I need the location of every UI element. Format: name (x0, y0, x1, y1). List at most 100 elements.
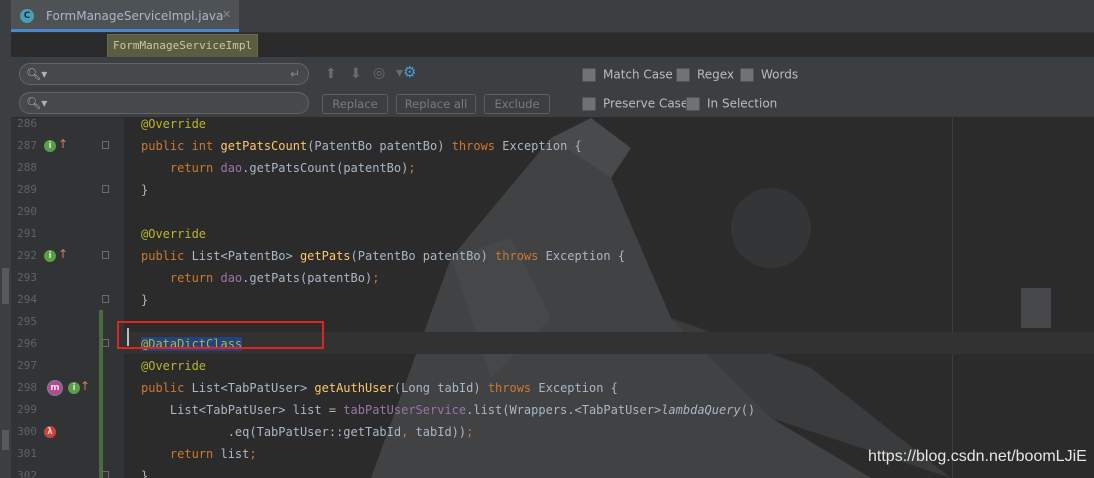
line-number: 288 (17, 161, 37, 174)
replace-button[interactable]: Replace (322, 94, 388, 114)
line-number: 287 (17, 139, 37, 152)
in-selection-checkbox[interactable]: In Selection (686, 96, 777, 111)
code-editor[interactable]: 286 @Override 287 i ↑ public int getPats… (11, 118, 1094, 478)
exclude-button[interactable]: Exclude (484, 94, 550, 114)
lambda-icon[interactable]: λ (44, 426, 56, 438)
search-icon[interactable]: 🔍︎▾ (26, 96, 47, 110)
words-checkbox[interactable]: Words (740, 67, 798, 82)
breadcrumb-tooltip: FormManageServiceImpl (107, 34, 259, 58)
code-line[interactable]: 298 m i ↑ public List<TabPatUser> getAut… (11, 377, 1094, 399)
tab-title: FormManageServiceImpl.java (46, 9, 224, 23)
implementation-icon[interactable]: i (44, 140, 56, 152)
code-text: @Override (141, 227, 207, 241)
search-input[interactable] (50, 66, 284, 84)
line-number: 289 (17, 183, 37, 196)
regex-checkbox[interactable]: Regex (676, 67, 734, 82)
editor-tab[interactable]: C FormManageServiceImpl.java ✕ (11, 0, 239, 32)
line-number: 299 (17, 403, 37, 416)
replace-input[interactable] (50, 95, 284, 113)
line-number: 297 (17, 359, 37, 372)
find-replace-panel: 🔍︎▾ ↵ 🔍︎▾ ⬆ ⬇ ◎ ▾ ⚙ Replace Replace all … (11, 57, 1094, 118)
fold-icon[interactable] (102, 339, 109, 347)
line-number: 300 (17, 425, 37, 438)
line-number: 302 (17, 469, 37, 478)
next-occurrence-icon[interactable]: ⬇ (350, 66, 362, 82)
code-text: return dao.getPatsCount(patentBo); (169, 161, 416, 175)
code-text: @Override (141, 118, 207, 131)
active-tab-indicator (11, 29, 239, 32)
line-number: 292 (17, 249, 37, 262)
code-text: List<TabPatUser> list = tabPatUserServic… (141, 403, 756, 417)
code-text: public List<TabPatUser> getAuthUser(Long… (141, 381, 618, 395)
watermark: https://blog.csdn.net/boomLJiE (868, 448, 1087, 465)
checkbox-label: Regex (697, 67, 735, 82)
preserve-case-checkbox[interactable]: Preserve Case (582, 96, 688, 111)
line-number: 290 (17, 205, 37, 218)
checkbox-box[interactable] (686, 96, 700, 111)
code-line[interactable]: 289 } (11, 179, 1094, 201)
replace-all-button[interactable]: Replace all (396, 94, 476, 114)
select-all-occurrences-icon[interactable]: ◎ (373, 65, 385, 81)
checkbox-label: Preserve Case (603, 96, 689, 111)
method-annotation-icon[interactable]: m (48, 381, 62, 395)
checkbox-box[interactable] (740, 67, 754, 82)
code-line[interactable]: 293 return dao.getPats(patentBo); (11, 267, 1094, 289)
close-icon[interactable]: ✕ (222, 8, 231, 21)
fold-icon[interactable] (102, 141, 109, 149)
filter-icon[interactable]: ▾ (396, 65, 403, 81)
code-line[interactable]: 290 (11, 201, 1094, 223)
code-text: } (141, 183, 149, 197)
search-icon[interactable]: 🔍︎▾ (26, 67, 47, 81)
implementation-icon[interactable]: i (44, 250, 56, 262)
override-arrow-icon[interactable]: ↑ (58, 137, 68, 151)
search-field[interactable]: 🔍︎▾ ↵ (19, 63, 309, 85)
fold-icon[interactable] (102, 251, 109, 259)
override-arrow-icon[interactable]: ↑ (80, 379, 90, 393)
match-case-checkbox[interactable]: Match Case (582, 67, 673, 82)
line-number: 291 (17, 227, 37, 240)
checkbox-box[interactable] (676, 67, 690, 82)
line-number: 286 (17, 118, 37, 130)
line-number: 294 (17, 293, 37, 306)
code-text: @Override (141, 359, 207, 373)
line-number: 301 (17, 447, 37, 460)
fold-icon[interactable] (102, 471, 109, 478)
implementation-icon[interactable]: i (68, 382, 80, 394)
left-tool-strip (0, 0, 11, 478)
code-line[interactable]: 302 } (11, 465, 1094, 478)
code-text: .eq(TabPatUser::getTabId, tabId)); (141, 425, 474, 439)
tool-strip-marker (2, 268, 9, 304)
checkbox-label: In Selection (707, 96, 778, 111)
previous-occurrence-icon[interactable]: ⬆ (325, 66, 337, 82)
code-line[interactable]: 292 i ↑ public List<PatentBo> getPats(Pa… (11, 245, 1094, 267)
highlight-box (117, 321, 324, 349)
code-line[interactable]: 287 i ↑ public int getPatsCount(PatentBo… (11, 135, 1094, 157)
code-text: return list; (169, 447, 257, 461)
code-line[interactable]: 291 @Override (11, 223, 1094, 245)
fold-icon[interactable] (102, 185, 109, 193)
checkbox-label: Match Case (603, 67, 673, 82)
code-text: return dao.getPats(patentBo); (169, 271, 380, 285)
line-number: 296 (17, 337, 37, 350)
code-line[interactable]: 294 } (11, 289, 1094, 311)
line-number: 295 (17, 315, 37, 328)
fold-icon[interactable] (102, 295, 109, 303)
code-text: } (141, 293, 149, 307)
tool-strip-marker (2, 430, 9, 450)
code-text: public int getPatsCount(PatentBo patentB… (141, 139, 582, 153)
code-line[interactable]: 286 @Override (11, 118, 1094, 135)
settings-gear-icon[interactable]: ⚙ (403, 63, 416, 81)
code-line[interactable]: 299 List<TabPatUser> list = tabPatUserSe… (11, 399, 1094, 421)
checkbox-box[interactable] (582, 96, 596, 111)
code-line[interactable]: 300 λ .eq(TabPatUser::getTabId, tabId)); (11, 421, 1094, 443)
replace-field[interactable]: 🔍︎▾ (19, 92, 309, 114)
checkbox-box[interactable] (582, 67, 596, 82)
line-number: 298 (17, 381, 37, 394)
editor-tab-bar: C FormManageServiceImpl.java ✕ (11, 0, 1094, 33)
code-text: } (141, 469, 149, 478)
code-line[interactable]: 297 @Override (11, 355, 1094, 377)
code-text: public List<PatentBo> getPats(PatentBo p… (141, 249, 626, 263)
code-line[interactable]: 288 return dao.getPatsCount(patentBo); (11, 157, 1094, 179)
override-arrow-icon[interactable]: ↑ (58, 247, 68, 261)
newline-icon[interactable]: ↵ (290, 67, 300, 81)
